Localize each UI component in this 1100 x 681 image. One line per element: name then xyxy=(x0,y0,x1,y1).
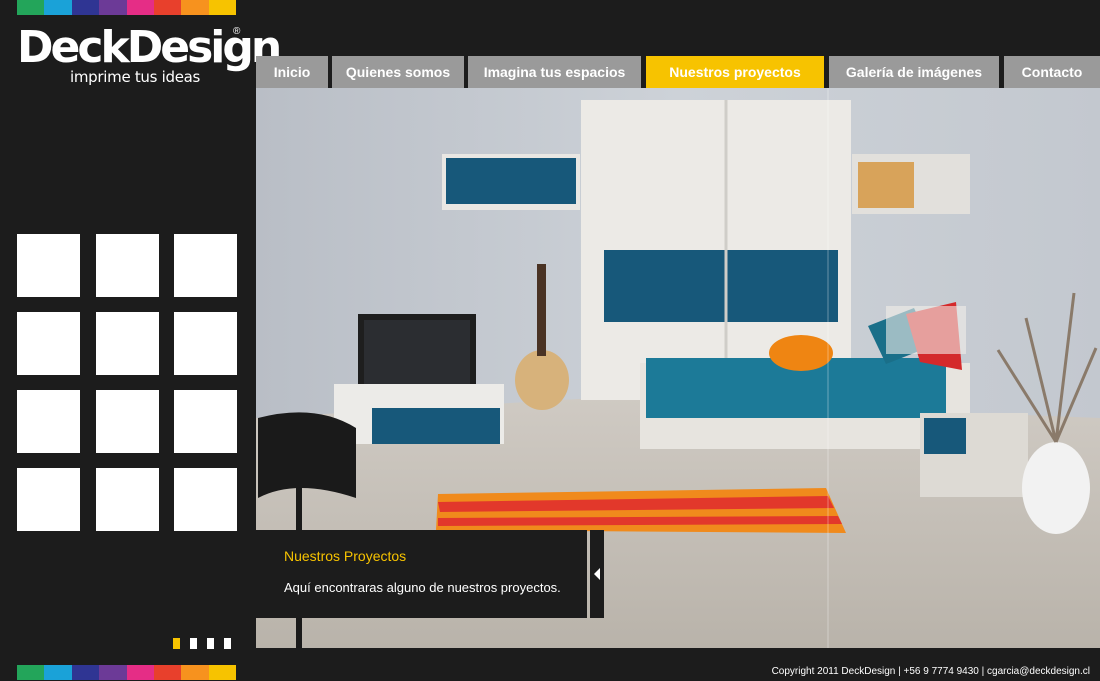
slider-dot[interactable] xyxy=(207,638,214,649)
color-stripe-segment xyxy=(126,0,154,15)
slider-pagination xyxy=(173,638,231,649)
project-thumbnail[interactable] xyxy=(17,390,80,453)
caption-title: Nuestros Proyectos xyxy=(284,548,407,564)
color-stripe-segment xyxy=(208,0,236,15)
color-stripe-segment xyxy=(71,665,100,680)
project-thumbnail[interactable] xyxy=(17,312,80,375)
color-stripe-segment xyxy=(181,0,209,15)
project-thumbnail[interactable] xyxy=(174,390,237,453)
color-stripe-segment xyxy=(44,0,72,15)
thumbnail-grid xyxy=(17,234,238,531)
caption-collapse-arrow-icon[interactable] xyxy=(590,530,604,618)
project-thumbnail[interactable] xyxy=(95,390,159,453)
color-stripe-bottom xyxy=(17,665,236,680)
project-thumbnail[interactable] xyxy=(95,468,159,531)
color-stripe-segment xyxy=(208,665,236,680)
color-stripe-segment xyxy=(99,0,127,15)
caption-panel: Nuestros Proyectos Aquí encontraras algu… xyxy=(256,530,587,618)
slider-dot[interactable] xyxy=(173,638,180,649)
registered-mark: ® xyxy=(233,26,241,37)
caption-text: Aquí encontraras alguno de nuestros proy… xyxy=(284,580,561,595)
nav-item-imagina-tus-espacios[interactable]: Imagina tus espacios xyxy=(468,56,641,88)
color-stripe-top xyxy=(17,0,236,15)
nav-item-galeria-de-imagenes[interactable]: Galería de imágenes xyxy=(829,56,999,88)
logo[interactable]: DeckDesign ® imprime tus ideas xyxy=(17,24,282,88)
color-stripe-segment xyxy=(126,665,154,680)
project-thumbnail[interactable] xyxy=(17,468,80,531)
project-thumbnail[interactable] xyxy=(174,312,237,375)
nav-item-inicio[interactable]: Inicio xyxy=(256,56,328,88)
color-stripe-segment xyxy=(99,665,127,680)
project-thumbnail[interactable] xyxy=(17,234,80,297)
nav-item-contacto[interactable]: Contacto xyxy=(1004,56,1100,88)
color-stripe-segment xyxy=(153,665,182,680)
project-thumbnail[interactable] xyxy=(95,234,159,297)
nav-item-quienes-somos[interactable]: Quienes somos xyxy=(332,56,464,88)
slider-dot[interactable] xyxy=(190,638,197,649)
logo-tagline: imprime tus ideas xyxy=(70,68,201,86)
color-stripe-segment xyxy=(17,665,45,680)
color-stripe-segment xyxy=(153,0,182,15)
color-stripe-segment xyxy=(71,0,100,15)
project-thumbnail[interactable] xyxy=(174,234,237,297)
slider-dot[interactable] xyxy=(224,638,231,649)
footer-copyright: Copyright 2011 DeckDesign | +56 9 7774 9… xyxy=(771,666,1090,677)
color-stripe-segment xyxy=(44,665,72,680)
color-stripe-segment xyxy=(17,0,45,15)
color-stripe-segment xyxy=(181,665,209,680)
project-thumbnail[interactable] xyxy=(95,312,159,375)
nav-item-nuestros-proyectos[interactable]: Nuestros proyectos xyxy=(646,56,824,88)
project-thumbnail[interactable] xyxy=(174,468,237,531)
